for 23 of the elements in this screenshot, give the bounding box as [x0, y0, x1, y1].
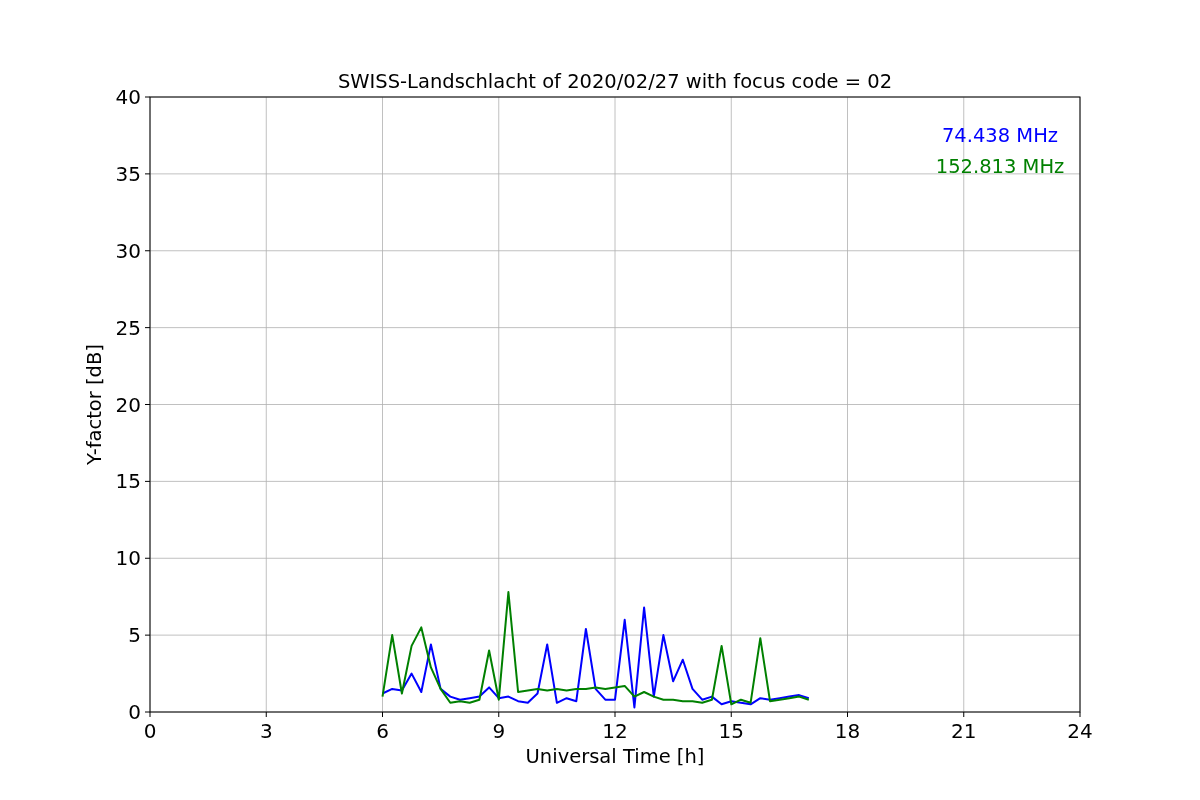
- y-tick-label: 0: [128, 700, 141, 724]
- x-tick-label: 24: [1067, 719, 1093, 743]
- y-axis-label: Y-factor [dB]: [83, 344, 106, 465]
- x-tick-label: 12: [602, 719, 628, 743]
- y-tick-label: 25: [115, 315, 141, 340]
- x-tick-label: 6: [376, 719, 389, 743]
- y-tick-label: 10: [115, 546, 141, 571]
- y-tick-label: 15: [115, 469, 141, 494]
- legend-label: 74.438 MHz: [941, 124, 1059, 147]
- x-tick-label: 3: [259, 719, 273, 743]
- x-tick-label: 0: [143, 719, 157, 743]
- y-tick-label: 35: [115, 161, 141, 186]
- legend-label: 152.813 MHz: [935, 155, 1065, 178]
- chart-title: SWISS-Landschlacht of 2020/02/27 with focus code = 02: [337, 70, 893, 93]
- x-tick-label: 15: [718, 719, 744, 743]
- x-tick-label: 21: [951, 719, 977, 743]
- y-tick-label: 20: [115, 392, 141, 417]
- x-axis-label: Universal Time [h]: [525, 745, 705, 768]
- y-tick-label: 40: [115, 85, 141, 109]
- y-tick-label: 5: [128, 623, 141, 648]
- x-tick-label: 9: [492, 719, 506, 743]
- x-tick-label: 18: [834, 719, 861, 743]
- y-tick-label: 30: [115, 238, 141, 263]
